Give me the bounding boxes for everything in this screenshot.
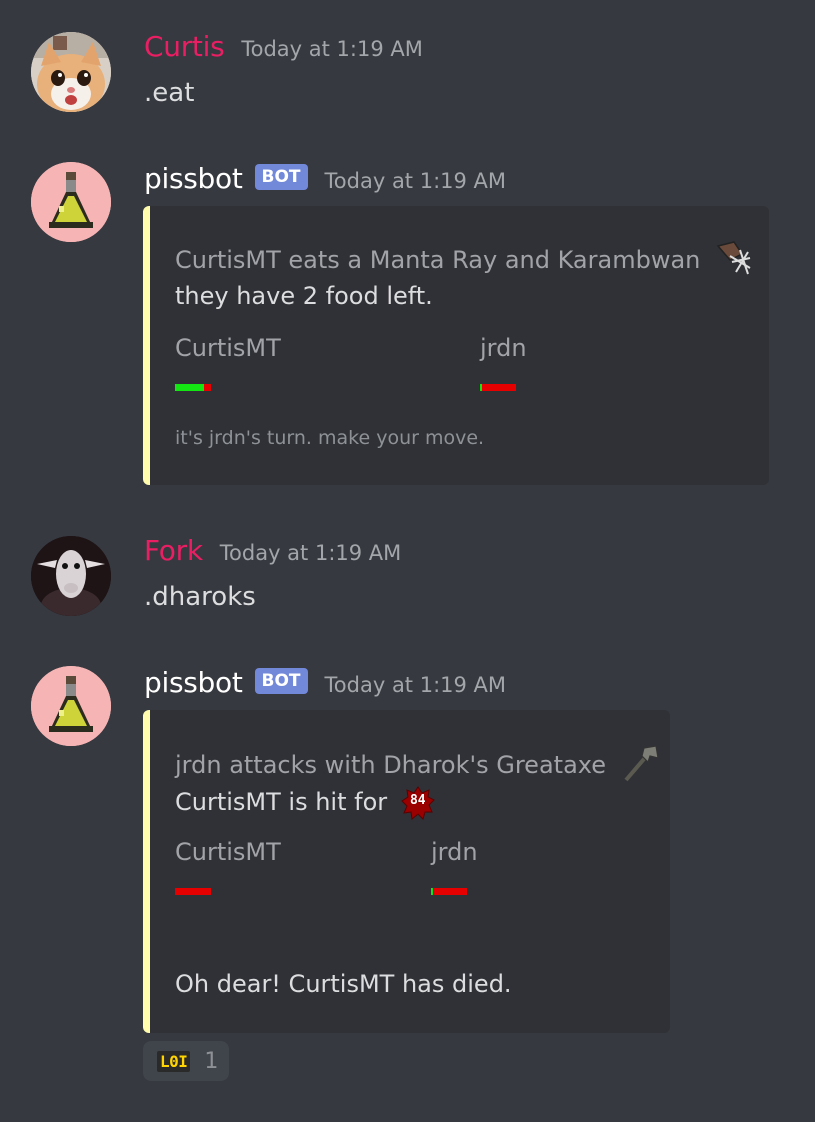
avatar-pissbot[interactable] bbox=[31, 162, 111, 242]
username[interactable]: Fork bbox=[144, 534, 203, 567]
field-name-player2: jrdn bbox=[431, 838, 478, 866]
message-header: pissbot BOT Today at 1:19 AM bbox=[144, 666, 506, 700]
reaction-count: 1 bbox=[204, 1048, 219, 1074]
message-header: Curtis Today at 1:19 AM bbox=[144, 30, 423, 63]
bot-tag: BOT bbox=[254, 164, 308, 190]
lol-emoji-icon: L0I bbox=[157, 1050, 191, 1072]
embed-title-text: CurtisMT eats a Manta Ray and Karambwan bbox=[175, 246, 701, 274]
embed-footer-text: Oh dear! CurtisMT has died. bbox=[175, 970, 512, 998]
message-content: .dharoks bbox=[144, 582, 256, 612]
potion-avatar-icon bbox=[31, 162, 111, 242]
message-content: .eat bbox=[144, 78, 195, 108]
timestamp[interactable]: Today at 1:19 AM bbox=[241, 37, 423, 61]
message-header: Fork Today at 1:19 AM bbox=[144, 534, 401, 567]
bot-tag: BOT bbox=[254, 668, 308, 694]
field-name-player1: CurtisMT bbox=[175, 334, 281, 362]
avatar-curtis[interactable] bbox=[31, 32, 111, 112]
username[interactable]: pissbot bbox=[144, 666, 243, 699]
hp-bar-player1 bbox=[175, 384, 211, 391]
hp-bar-damage bbox=[433, 888, 467, 895]
embed-description: CurtisMT is hit for 84 bbox=[175, 786, 435, 820]
hp-bar-damage bbox=[482, 384, 516, 391]
avatar-fork[interactable] bbox=[31, 536, 111, 616]
timestamp[interactable]: Today at 1:19 AM bbox=[325, 169, 507, 193]
message-header: pissbot BOT Today at 1:19 AM bbox=[144, 162, 506, 196]
hp-bar-player2 bbox=[480, 384, 516, 391]
embed: jrdn attacks with Dharok's Greataxe Curt… bbox=[143, 710, 670, 1033]
embed-title-text: jrdn attacks with Dharok's Greataxe bbox=[175, 751, 607, 779]
embed-description-text: CurtisMT is hit for bbox=[175, 788, 388, 816]
hp-bar-player2 bbox=[431, 888, 467, 895]
goat-avatar-icon bbox=[31, 536, 111, 616]
embed-footer: it's jrdn's turn. make your move. bbox=[175, 427, 485, 449]
hp-bar-damage bbox=[175, 888, 211, 895]
field-name-player1: CurtisMT bbox=[175, 838, 281, 866]
karambwan-food-icon bbox=[714, 240, 752, 282]
field-name-player2: jrdn bbox=[480, 334, 527, 362]
hitsplat-icon: 84 bbox=[400, 786, 435, 820]
greataxe-icon bbox=[620, 744, 660, 788]
embed-title: CurtisMT eats a Manta Ray and Karambwan bbox=[175, 240, 752, 282]
hp-bar-player1 bbox=[175, 888, 211, 895]
timestamp[interactable]: Today at 1:19 AM bbox=[325, 673, 507, 697]
timestamp[interactable]: Today at 1:19 AM bbox=[220, 541, 402, 565]
hitsplat-value: 84 bbox=[409, 793, 426, 808]
hp-bar-fill bbox=[175, 384, 204, 391]
potion-avatar-icon bbox=[31, 666, 111, 746]
embed: CurtisMT eats a Manta Ray and Karambwan … bbox=[143, 206, 769, 485]
cat-avatar-icon bbox=[31, 32, 111, 112]
embed-description: they have 2 food left. bbox=[175, 282, 433, 310]
reaction-button[interactable]: L0I 1 bbox=[143, 1041, 229, 1081]
username[interactable]: Curtis bbox=[144, 30, 225, 63]
avatar-pissbot[interactable] bbox=[31, 666, 111, 746]
hp-bar-damage bbox=[203, 384, 211, 391]
username[interactable]: pissbot bbox=[144, 162, 243, 195]
embed-title: jrdn attacks with Dharok's Greataxe bbox=[175, 744, 660, 788]
